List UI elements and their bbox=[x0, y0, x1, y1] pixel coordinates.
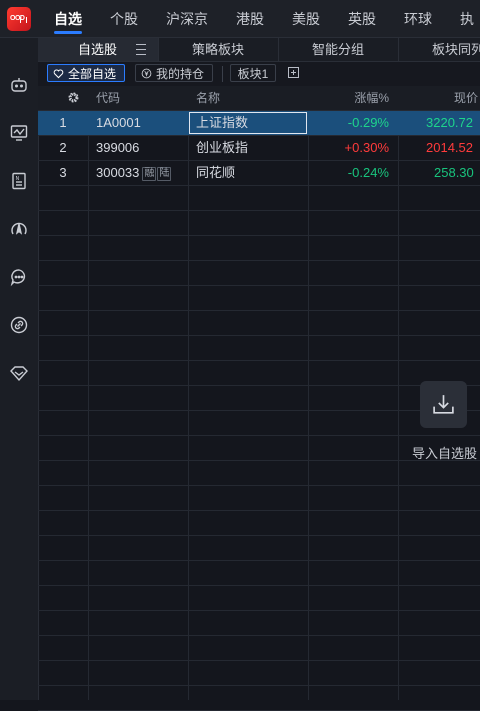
table-row[interactable]: 3 300033 融陆 同花顺 -0.24% 258.30 bbox=[38, 161, 480, 186]
filter-divider bbox=[222, 66, 223, 82]
empty-row bbox=[38, 636, 480, 661]
menu-icon[interactable] bbox=[136, 44, 146, 55]
tab-us[interactable]: 美股 bbox=[278, 0, 334, 37]
subtab-smart-group[interactable]: 智能分组 bbox=[278, 38, 399, 61]
empty-row bbox=[38, 586, 480, 611]
empty-row bbox=[38, 561, 480, 586]
current-price-value: 2014.52 bbox=[426, 140, 473, 155]
header-price-label: 现价 bbox=[454, 91, 479, 105]
market-tabs: 自选 个股 沪深京 港股 美股 英股 环球 执 bbox=[40, 0, 480, 37]
subtab-sector-peers[interactable]: 板块同列 bbox=[398, 38, 480, 61]
top-navigation-bar: OOD 自选 个股 沪深京 港股 美股 英股 环球 执 bbox=[0, 0, 480, 38]
row-index: 3 bbox=[59, 165, 67, 180]
subtab-strategy[interactable]: 策略板块 bbox=[158, 38, 279, 61]
filter-board-1[interactable]: 板块1 bbox=[230, 64, 276, 82]
stock-name: 创业板指 bbox=[196, 140, 249, 155]
tab-hk[interactable]: 港股 bbox=[222, 0, 278, 37]
gear-icon[interactable] bbox=[67, 91, 80, 104]
add-board-button[interactable] bbox=[288, 67, 299, 78]
stock-code-value: 300033 bbox=[96, 165, 140, 180]
row-index: 1 bbox=[59, 115, 67, 130]
chat-icon[interactable] bbox=[9, 267, 29, 287]
empty-row bbox=[38, 236, 480, 261]
tab-global[interactable]: 环球 bbox=[390, 0, 446, 37]
empty-row bbox=[38, 461, 480, 486]
empty-row bbox=[38, 311, 480, 336]
left-sidebar: N bbox=[0, 38, 39, 700]
current-price: 2014.52 bbox=[398, 136, 480, 160]
table-row[interactable]: 1 1A0001 上证指数 -0.29% 3220.72 bbox=[38, 111, 480, 136]
filter-bar: 全部自选 我的持仓 板块1 bbox=[38, 62, 480, 87]
header-name[interactable]: 名称 bbox=[188, 86, 308, 110]
compass-icon[interactable] bbox=[9, 219, 29, 239]
stock-code: 399006 bbox=[96, 140, 140, 155]
header-price[interactable]: 现价 bbox=[398, 86, 480, 110]
empty-row bbox=[38, 211, 480, 236]
current-price-value: 3220.72 bbox=[426, 115, 473, 130]
stock-code: 1A0001 bbox=[96, 115, 141, 130]
svg-text:N: N bbox=[16, 176, 20, 182]
stock-code: 300033 融陆 bbox=[88, 161, 188, 185]
tab-watchlist[interactable]: 自选 bbox=[40, 0, 96, 37]
filter-all-watchlist[interactable]: 全部自选 bbox=[47, 64, 125, 82]
import-watchlist[interactable]: 导入自选股 bbox=[412, 381, 480, 461]
empty-row bbox=[38, 186, 480, 211]
logo-bars bbox=[20, 17, 27, 23]
yuan-coin-icon bbox=[141, 68, 152, 79]
empty-row bbox=[38, 536, 480, 561]
empty-row bbox=[38, 261, 480, 286]
tab-more[interactable]: 执 bbox=[446, 0, 480, 37]
tab-uk[interactable]: 英股 bbox=[334, 0, 390, 37]
filter-all-label: 全部自选 bbox=[68, 67, 117, 81]
header-change-pct[interactable]: 涨幅% bbox=[308, 86, 398, 110]
table-header: 代码 名称 涨幅% 现价 bbox=[38, 86, 480, 111]
current-price: 258.30 bbox=[398, 161, 480, 185]
tab-stock[interactable]: 个股 bbox=[96, 0, 152, 37]
column-settings[interactable] bbox=[38, 86, 88, 110]
stock-name: 同花顺 bbox=[196, 165, 236, 180]
subtab-watchlist-label: 自选股 bbox=[78, 42, 118, 57]
filter-holdings[interactable]: 我的持仓 bbox=[135, 64, 213, 82]
link-icon[interactable] bbox=[9, 315, 29, 335]
empty-row bbox=[38, 661, 480, 686]
current-price: 3220.72 bbox=[398, 111, 480, 135]
empty-row bbox=[38, 686, 480, 711]
row-index: 2 bbox=[59, 140, 67, 155]
heart-icon bbox=[53, 69, 64, 79]
margin-tag: 融 bbox=[142, 167, 157, 181]
stock-name: 上证指数 bbox=[188, 111, 308, 135]
import-button[interactable] bbox=[420, 381, 467, 428]
current-price-value: 258.30 bbox=[434, 165, 474, 180]
subtab-watchlist[interactable]: 自选股 bbox=[38, 38, 159, 61]
download-tray-icon bbox=[433, 395, 454, 414]
news-icon[interactable]: N bbox=[9, 171, 29, 191]
app-logo[interactable]: OOD bbox=[7, 7, 31, 31]
empty-row bbox=[38, 511, 480, 536]
empty-row bbox=[38, 336, 480, 361]
change-pct: -0.29% bbox=[347, 115, 389, 130]
empty-row bbox=[38, 486, 480, 511]
diamond-icon[interactable] bbox=[9, 363, 29, 383]
tab-a-shares[interactable]: 沪深京 bbox=[152, 0, 222, 37]
filter-holdings-label: 我的持仓 bbox=[156, 67, 205, 81]
empty-row bbox=[38, 611, 480, 636]
robot-icon[interactable] bbox=[9, 75, 29, 95]
change-pct: -0.24% bbox=[347, 165, 389, 180]
watchlist-subtabs: 自选股 策略板块 智能分组 板块同列 bbox=[38, 38, 480, 62]
change-pct: +0.30% bbox=[344, 140, 389, 155]
empty-row bbox=[38, 286, 480, 311]
monitor-chart-icon[interactable] bbox=[9, 123, 29, 143]
table-row[interactable]: 2 399006 创业板指 +0.30% 2014.52 bbox=[38, 136, 480, 161]
import-label: 导入自选股 bbox=[412, 446, 478, 461]
connect-tag: 陆 bbox=[157, 167, 172, 181]
header-code[interactable]: 代码 bbox=[88, 86, 188, 110]
